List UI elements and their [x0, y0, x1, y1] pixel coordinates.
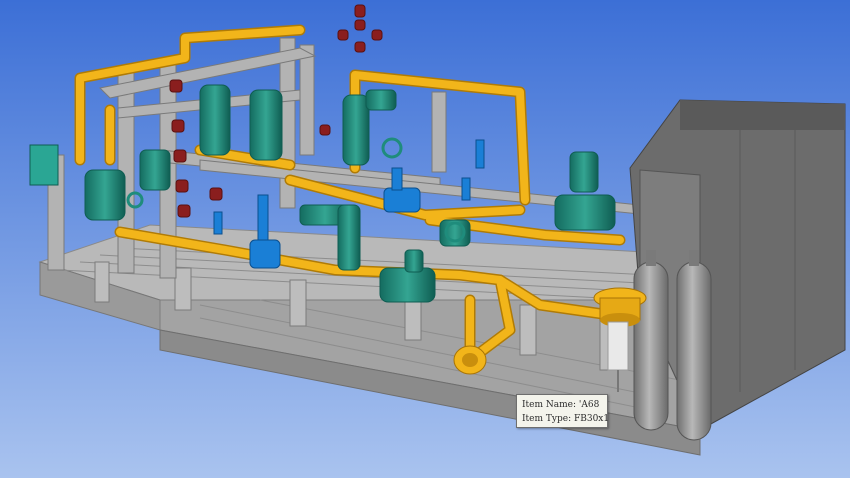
- item-type-row: Item Type: FB30x1: [522, 412, 609, 426]
- 3d-model-viewport[interactable]: Item Name: 'A68 Item Type: FB30x1: [0, 0, 850, 478]
- item-name-label: Item Name:: [522, 400, 577, 410]
- item-info-tooltip: Item Name: 'A68 Item Type: FB30x1: [516, 394, 609, 428]
- piping-skid-3d-model[interactable]: [0, 0, 850, 478]
- item-type-label: Item Type:: [522, 414, 572, 424]
- item-name-value: 'A68: [578, 400, 600, 410]
- item-name-row: Item Name: 'A68: [522, 398, 602, 412]
- item-type-value: FB30x1: [573, 414, 610, 424]
